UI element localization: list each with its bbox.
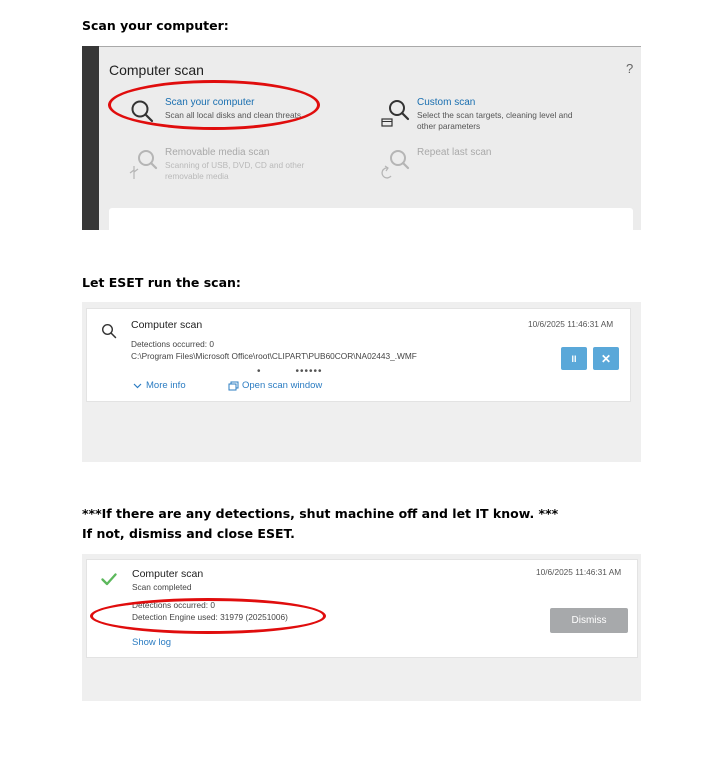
option-title: Repeat last scan: [417, 147, 492, 158]
timestamp: 10/6/2025 11:46:31 AM: [536, 567, 622, 577]
search-icon: [101, 323, 117, 339]
step3-instruction: ***If there are any detections, shut mac…: [82, 506, 559, 521]
scan-status: Scan completed: [132, 582, 192, 592]
stop-icon: ✕: [600, 351, 612, 366]
scan-progress-card: Computer scan 10/6/2025 11:46:31 AM Dete…: [86, 308, 631, 402]
option-description: Select the scan targets, cleaning level …: [417, 110, 573, 120]
removable-media-scan-option[interactable]: Removable media scan Scanning of USB, DV…: [128, 147, 348, 185]
option-description: removable media: [165, 171, 229, 181]
card-title: Computer scan: [132, 568, 204, 580]
open-scan-window-link[interactable]: Open scan window: [228, 380, 322, 391]
pause-button[interactable]: II: [561, 347, 587, 370]
option-title: Removable media scan: [165, 147, 270, 158]
help-button[interactable]: ?: [626, 61, 633, 76]
custom-scan-option[interactable]: Custom scan Select the scan targets, cle…: [381, 97, 621, 135]
pause-icon: II: [571, 353, 577, 364]
computer-scan-panel: Computer scan ? Scan your computer Scan …: [82, 46, 641, 230]
window-icon: [228, 381, 239, 390]
card-title: Computer scan: [131, 319, 203, 331]
stop-button[interactable]: ✕: [593, 347, 619, 370]
repeat-icon: [381, 150, 410, 179]
panel-title: Computer scan: [109, 62, 204, 78]
detections-count: Detections occurred: 0: [131, 339, 215, 349]
annotation-circle: [90, 598, 326, 634]
timestamp: 10/6/2025 11:46:31 AM: [528, 319, 614, 329]
dismiss-button[interactable]: Dismiss: [550, 608, 628, 633]
step1-heading: Scan your computer:: [82, 18, 229, 33]
annotation-circle: [108, 80, 320, 130]
usb-icon: [129, 150, 158, 179]
option-description: Scanning of USB, DVD, CD and other: [165, 160, 305, 170]
more-info-label: More info: [146, 380, 186, 391]
current-file-path: C:\Program Files\Microsoft Office\root\C…: [131, 351, 417, 361]
open-scan-window-label: Open scan window: [242, 380, 323, 391]
option-title: Custom scan: [417, 97, 476, 108]
custom-scan-icon: [381, 100, 410, 127]
more-info-link[interactable]: More info: [133, 380, 186, 391]
sidebar-edge: [82, 46, 99, 230]
progress-indicator: • ••••••: [257, 366, 323, 377]
content-card: [109, 208, 633, 230]
step3-instruction-2: If not, dismiss and close ESET.: [82, 526, 295, 541]
repeat-last-scan-option[interactable]: Repeat last scan: [379, 147, 579, 181]
chevron-down-icon: [133, 383, 142, 389]
option-description: other parameters: [417, 121, 481, 131]
divider: [99, 46, 641, 47]
show-log-link[interactable]: Show log: [132, 637, 171, 648]
step2-heading: Let ESET run the scan:: [82, 275, 241, 290]
checkmark-icon: [101, 573, 117, 586]
scan-progress-panel: Computer scan 10/6/2025 11:46:31 AM Dete…: [82, 302, 641, 462]
